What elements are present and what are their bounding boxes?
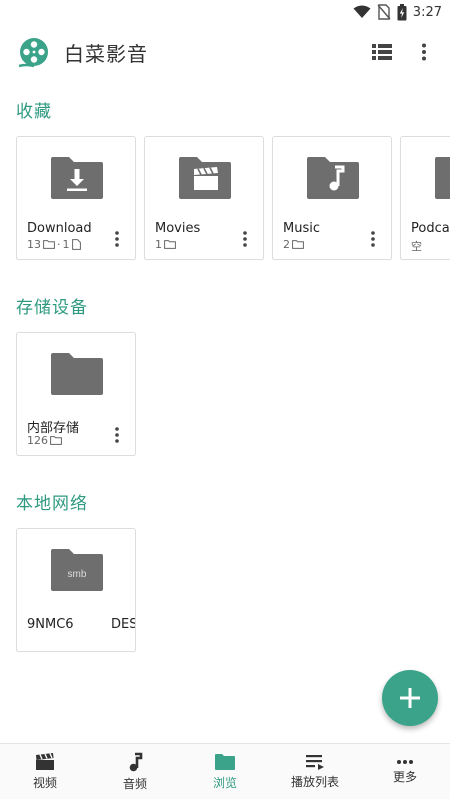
app-bar: 白菜影音	[0, 28, 450, 76]
nav-item-audio[interactable]: 音频	[90, 744, 180, 799]
nav-label: 更多	[392, 769, 417, 784]
card-more-button[interactable]	[107, 229, 127, 249]
folder-meta: 2	[283, 238, 304, 251]
card-more-button[interactable]	[235, 229, 255, 249]
network-share-card[interactable]: smb 9NMC6 DESKTOP	[16, 528, 136, 652]
folder-icon	[51, 353, 103, 395]
file-count: 1	[62, 238, 70, 251]
nav-label: 播放列表	[290, 774, 339, 789]
storage-row: 内部存储 126	[16, 332, 450, 456]
folder-small-icon	[50, 436, 62, 445]
smb-badge: smb	[68, 569, 87, 580]
folder-card-podcasts[interactable]: Podcasts 空	[400, 136, 450, 260]
folder-small-icon	[43, 240, 55, 249]
empty-label: 空	[411, 240, 422, 253]
status-bar: 3:27	[0, 0, 450, 24]
more-options-button[interactable]	[412, 40, 436, 64]
download-folder-icon	[51, 157, 103, 199]
status-time: 3:27	[412, 4, 442, 20]
more-vert-icon	[243, 231, 247, 247]
no-sim-icon	[377, 4, 391, 20]
section-title-favorites: 收藏	[16, 102, 52, 122]
plus-icon	[400, 688, 420, 708]
section-title-network: 本地网络	[16, 494, 88, 514]
card-more-button[interactable]	[363, 229, 383, 249]
more-vert-icon	[115, 231, 119, 247]
share-name: 9NMC6	[27, 617, 74, 632]
film-reel-logo	[18, 38, 48, 68]
folder-small-icon	[164, 240, 176, 249]
folder-count: 126	[27, 434, 48, 447]
music-folder-icon	[307, 157, 359, 199]
folder-card-music[interactable]: Music 2	[272, 136, 392, 260]
folder-card-internal-storage[interactable]: 内部存储 126	[16, 332, 136, 456]
folder-small-icon	[292, 240, 304, 249]
music-note-icon	[129, 752, 143, 771]
app-bar-actions	[370, 40, 436, 64]
meta-separator: ·	[57, 238, 61, 251]
folder-meta: 126	[27, 434, 62, 447]
more-vert-icon	[115, 427, 119, 443]
more-vert-icon	[371, 231, 375, 247]
nav-label: 音频	[122, 776, 147, 791]
movies-folder-icon	[179, 157, 231, 199]
folder-meta: 13 · 1	[27, 238, 81, 251]
list-view-icon	[372, 44, 392, 60]
favorites-row: Download 13 · 1 Movies 1 Music 2 Podca 空	[16, 136, 450, 260]
nav-label: 视频	[32, 775, 57, 790]
battery-charging-icon	[397, 3, 407, 21]
playlist-icon	[306, 754, 324, 770]
folder-count: 1	[155, 238, 162, 251]
network-row: smb 9NMC6 DESKTOP	[16, 528, 450, 652]
app-title: 白菜影音	[64, 41, 148, 66]
nav-item-browse[interactable]: 浏览	[180, 744, 270, 799]
clapperboard-icon	[36, 752, 54, 770]
podcasts-folder-icon	[435, 157, 450, 199]
nav-item-more[interactable]: 更多	[360, 744, 450, 799]
folder-count: 2	[283, 238, 290, 251]
wifi-icon	[353, 5, 371, 19]
file-small-icon	[71, 239, 81, 250]
folder-name: Podcasts	[411, 221, 450, 236]
folder-card-download[interactable]: Download 13 · 1	[16, 136, 136, 260]
more-horiz-icon	[397, 759, 413, 764]
nav-label: 浏览	[212, 775, 237, 790]
share-host: DESKTOP	[111, 617, 135, 632]
more-vert-icon	[422, 43, 426, 61]
section-title-storage: 存储设备	[16, 298, 88, 318]
folder-card-movies[interactable]: Movies 1	[144, 136, 264, 260]
card-more-button[interactable]	[107, 425, 127, 445]
add-fab-button[interactable]	[382, 670, 438, 726]
smb-folder-icon: smb	[51, 549, 103, 591]
list-view-button[interactable]	[370, 40, 394, 64]
nav-item-video[interactable]: 视频	[0, 744, 90, 799]
nav-item-playlist[interactable]: 播放列表	[270, 744, 360, 799]
folder-meta: 空	[411, 238, 422, 254]
bottom-navigation: 视频 音频 浏览 播放列表 更多	[0, 743, 450, 799]
folder-count: 13	[27, 238, 41, 251]
folder-meta: 1	[155, 238, 176, 251]
folder-icon	[215, 753, 235, 770]
